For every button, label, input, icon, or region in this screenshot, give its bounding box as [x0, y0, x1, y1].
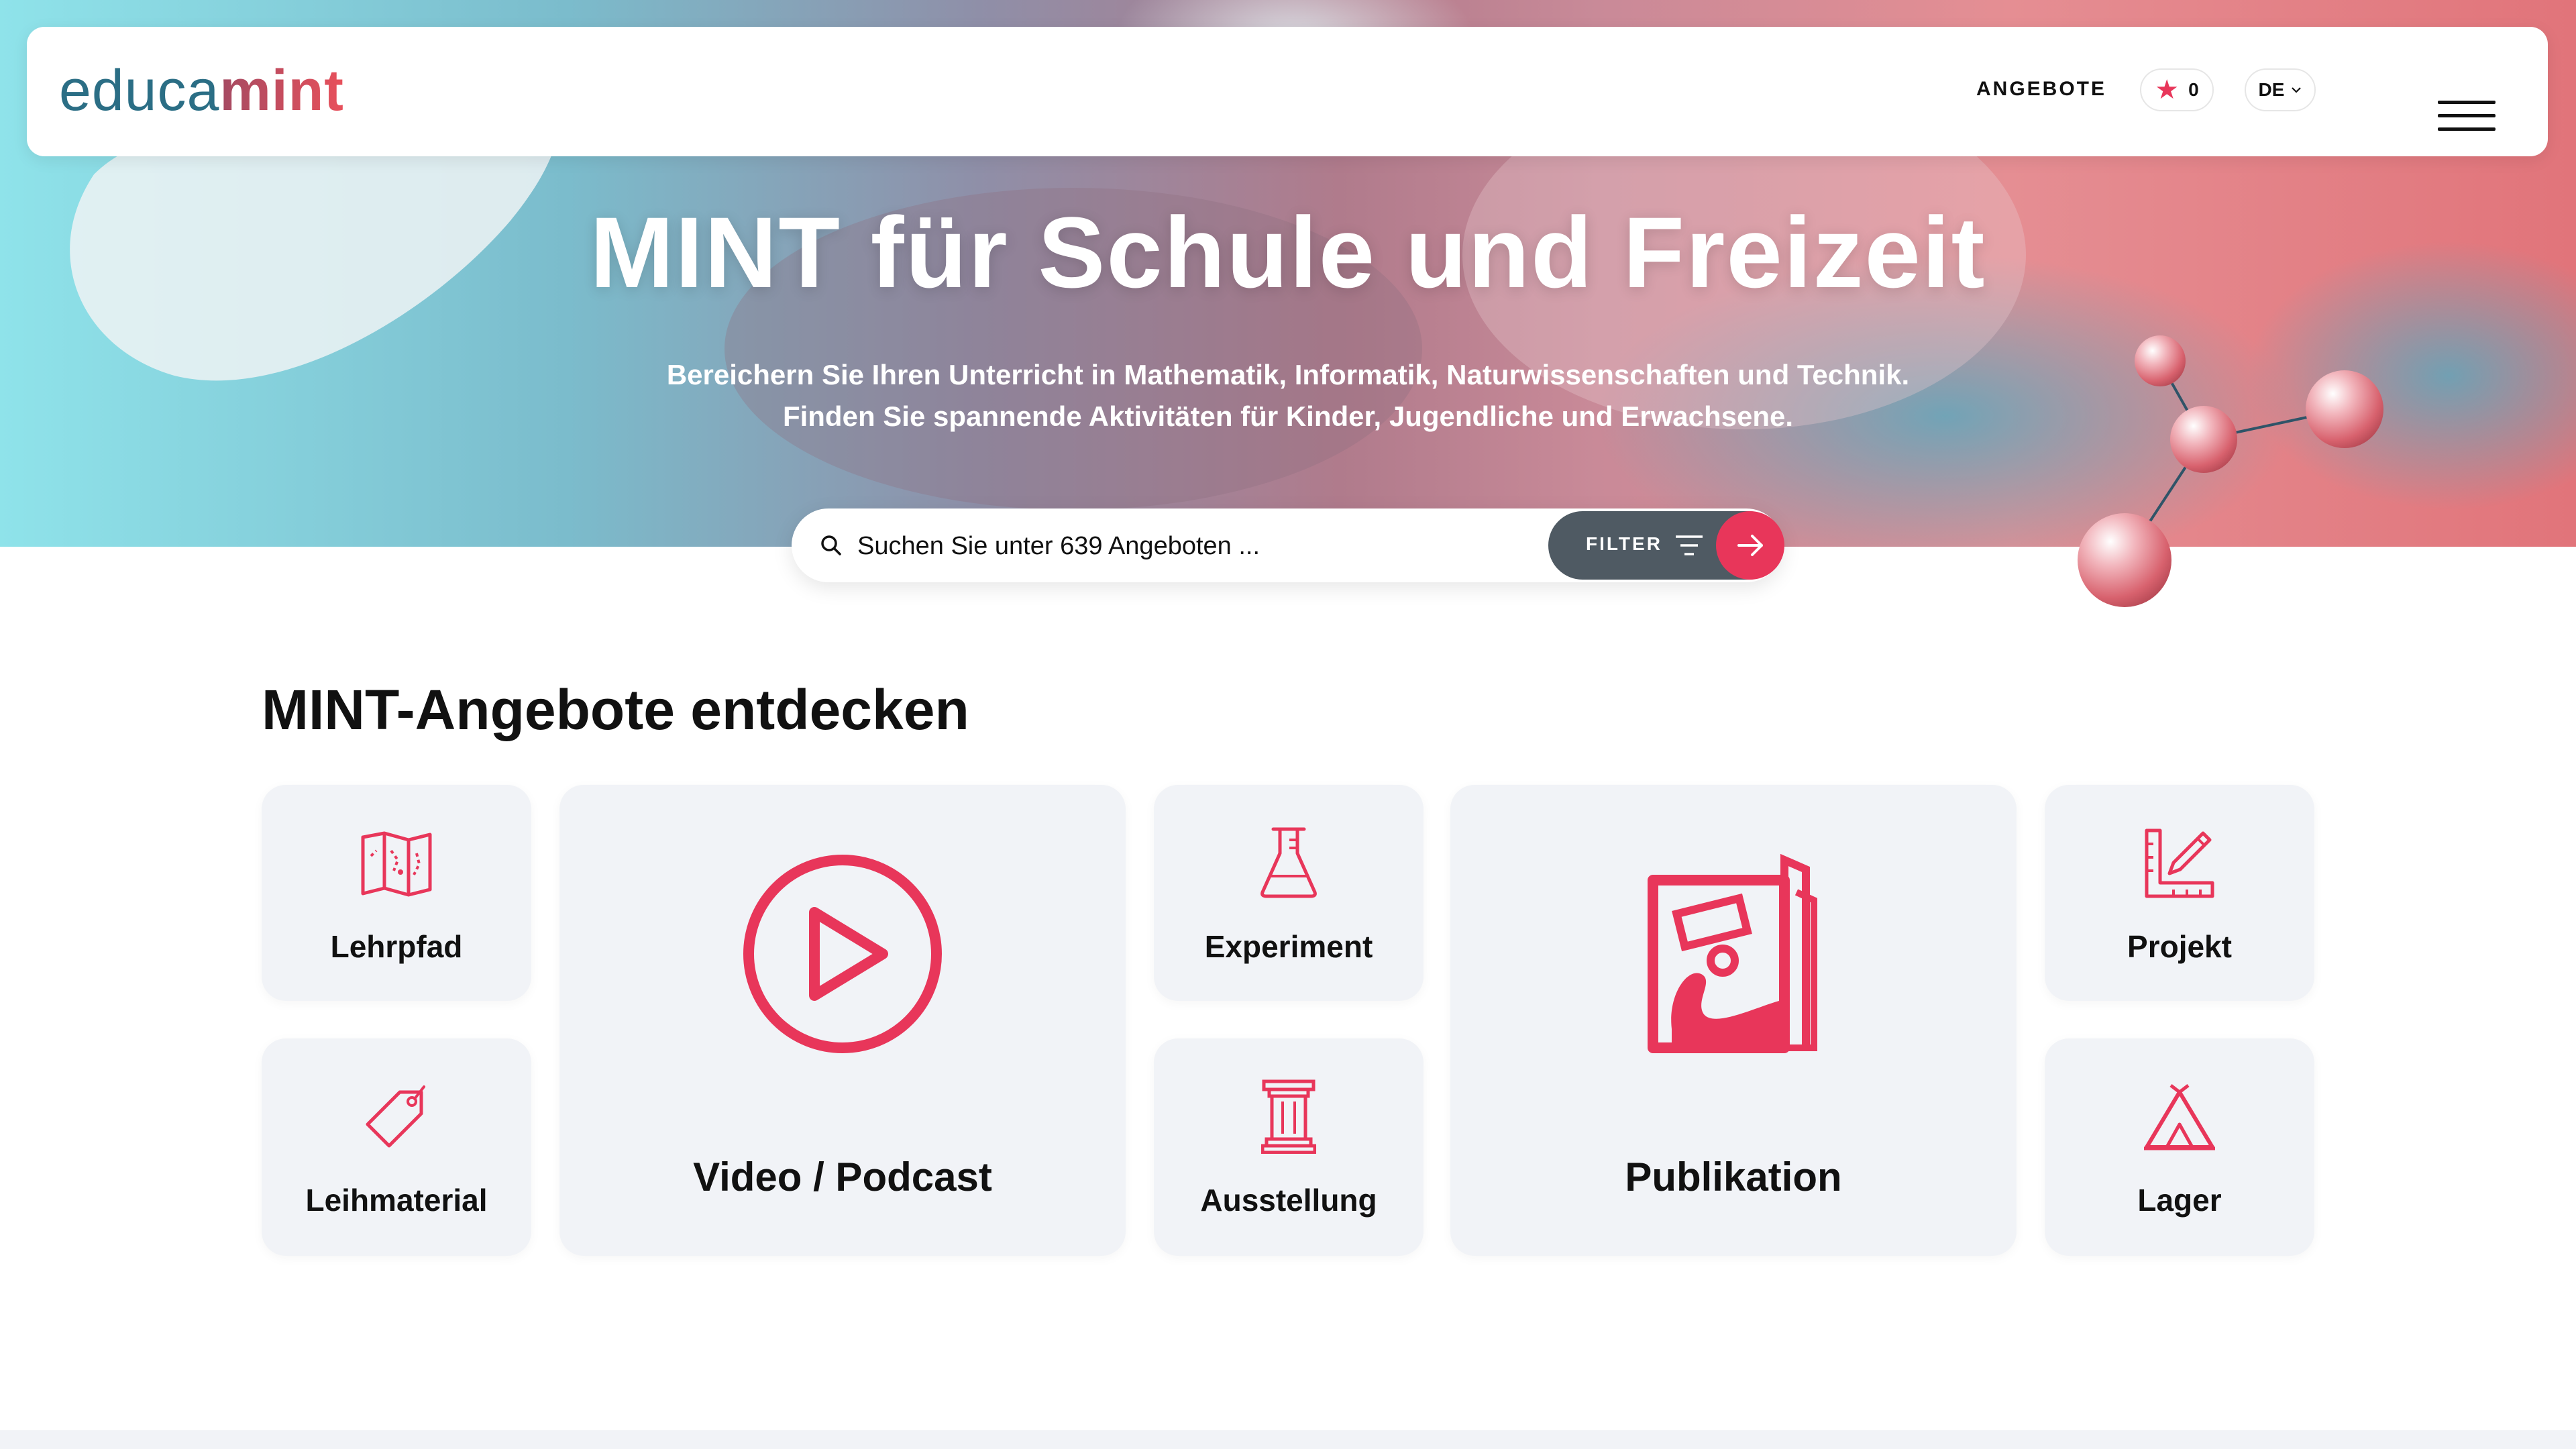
- nav-link-angebote[interactable]: ANGEBOTE: [1976, 78, 2106, 101]
- chevron-down-icon: [2292, 87, 2302, 93]
- hamburger-icon-line-middle: [2438, 114, 2496, 117]
- category-card-projekt[interactable]: Projekt: [2045, 785, 2314, 1001]
- category-label: Lager: [2137, 1183, 2222, 1218]
- language-selector[interactable]: DE: [2245, 68, 2316, 111]
- hamburger-icon-line-top: [2438, 101, 2496, 104]
- arrow-right-icon: [1737, 535, 1763, 556]
- category-card-experiment[interactable]: Experiment: [1154, 785, 1424, 1001]
- category-label: Leihmaterial: [305, 1183, 488, 1218]
- section-title: MINT-Angebote entdecken: [262, 678, 969, 741]
- favorites-button[interactable]: ★ 0: [2140, 68, 2214, 111]
- educamint-logo[interactable]: educamint: [59, 58, 344, 124]
- search-icon: [821, 535, 841, 555]
- category-card-lager[interactable]: Lager: [2045, 1038, 2314, 1256]
- favorites-count: 0: [2188, 79, 2199, 100]
- category-label: Lehrpfad: [330, 929, 463, 964]
- tag-icon: [366, 1085, 425, 1148]
- category-card-leihmaterial[interactable]: Leihmaterial: [262, 1038, 531, 1256]
- flask-icon: [1260, 827, 1317, 898]
- category-label: Ausstellung: [1200, 1183, 1377, 1218]
- filter-label: FILTER: [1586, 533, 1662, 554]
- category-card-publikation[interactable]: Publikation: [1450, 785, 2017, 1256]
- search-input[interactable]: [856, 527, 1597, 565]
- logo-text-educa: educa: [59, 58, 220, 123]
- category-card-lehrpfad[interactable]: Lehrpfad: [262, 785, 531, 1001]
- search-submit-button[interactable]: [1716, 511, 1784, 580]
- category-card-ausstellung[interactable]: Ausstellung: [1154, 1038, 1424, 1256]
- molecule-illustration: [2078, 335, 2383, 607]
- publication-icon: [1648, 853, 1817, 1053]
- category-label: Video / Podcast: [693, 1155, 992, 1199]
- logo-text-mint: mint: [219, 58, 344, 123]
- hamburger-icon-line-bottom: [2438, 127, 2496, 131]
- category-label: Publikation: [1625, 1155, 1842, 1199]
- category-label: Experiment: [1204, 929, 1373, 964]
- hamburger-menu-button[interactable]: [2438, 101, 2496, 134]
- column-icon: [1261, 1079, 1316, 1154]
- play-icon: [743, 855, 942, 1053]
- language-value: DE: [2258, 79, 2285, 100]
- ruler-pencil-icon: [2145, 828, 2214, 898]
- category-label: Projekt: [2127, 929, 2232, 964]
- search-bar: FILTER: [792, 508, 1784, 582]
- star-icon: ★: [2155, 75, 2180, 105]
- hero-title: MINT für Schule und Freizeit: [590, 196, 1986, 309]
- filter-icon: [1676, 535, 1703, 555]
- top-navigation-bar: educamint ANGEBOTE ★ 0 DE: [27, 27, 2548, 156]
- map-icon: [361, 831, 432, 897]
- footer-strip: [0, 1430, 2576, 1449]
- tent-icon: [2144, 1084, 2215, 1150]
- category-card-video-podcast[interactable]: Video / Podcast: [559, 785, 1126, 1256]
